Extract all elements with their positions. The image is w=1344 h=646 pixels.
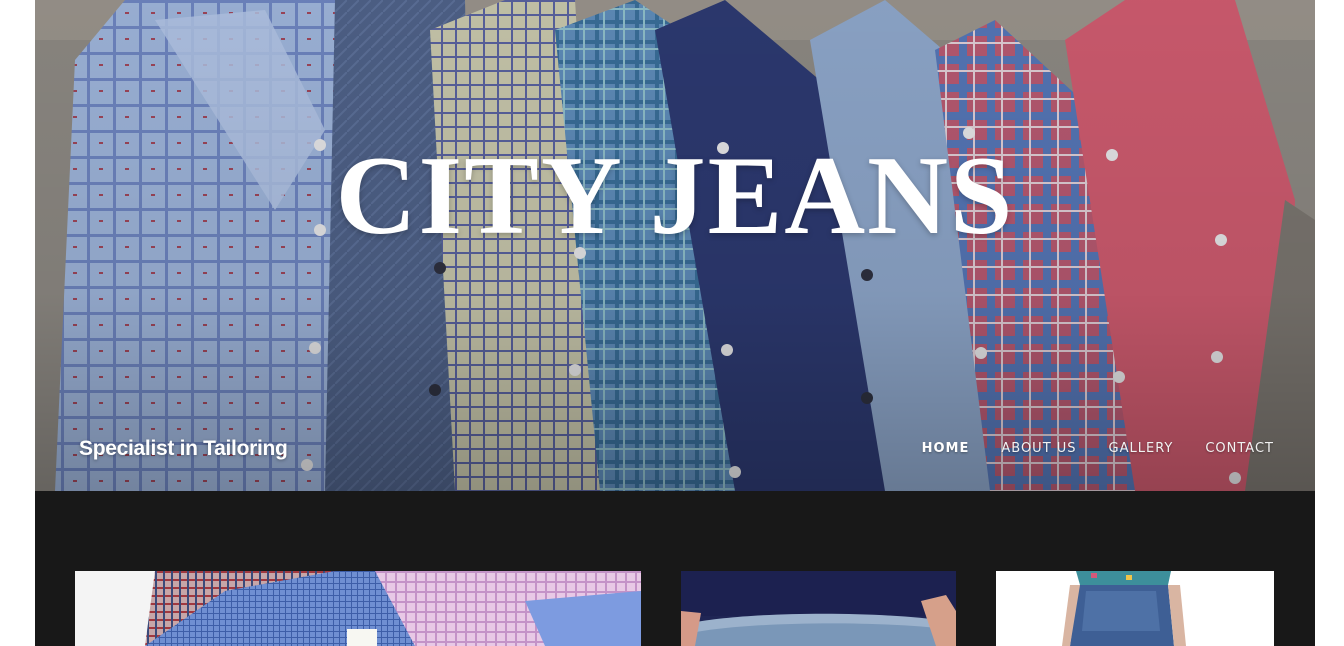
content-section: [35, 491, 1315, 646]
denim-shorts-image: [996, 571, 1274, 646]
nav-gallery[interactable]: GALLERY: [1109, 441, 1174, 456]
nav-about-us[interactable]: ABOUT US: [1001, 441, 1076, 456]
gallery-card-shorts[interactable]: [996, 571, 1274, 646]
nav-home[interactable]: HOME: [922, 441, 970, 456]
gallery-card-shirts[interactable]: [75, 571, 641, 646]
site-wrapper: CITY JEANS Specialist in Tailoring HOME …: [35, 0, 1315, 646]
main-navigation: HOME ABOUT US GALLERY CONTACT: [922, 441, 1274, 456]
site-brand-title[interactable]: CITY JEANS: [35, 140, 1315, 252]
checked-shirts-image: [75, 571, 641, 646]
site-tagline: Specialist in Tailoring: [79, 437, 288, 460]
gallery-card-jeans[interactable]: [681, 571, 956, 646]
hero-banner: CITY JEANS Specialist in Tailoring HOME …: [35, 0, 1315, 491]
nav-contact[interactable]: CONTACT: [1205, 441, 1274, 456]
denim-jeans-image: [681, 571, 956, 646]
